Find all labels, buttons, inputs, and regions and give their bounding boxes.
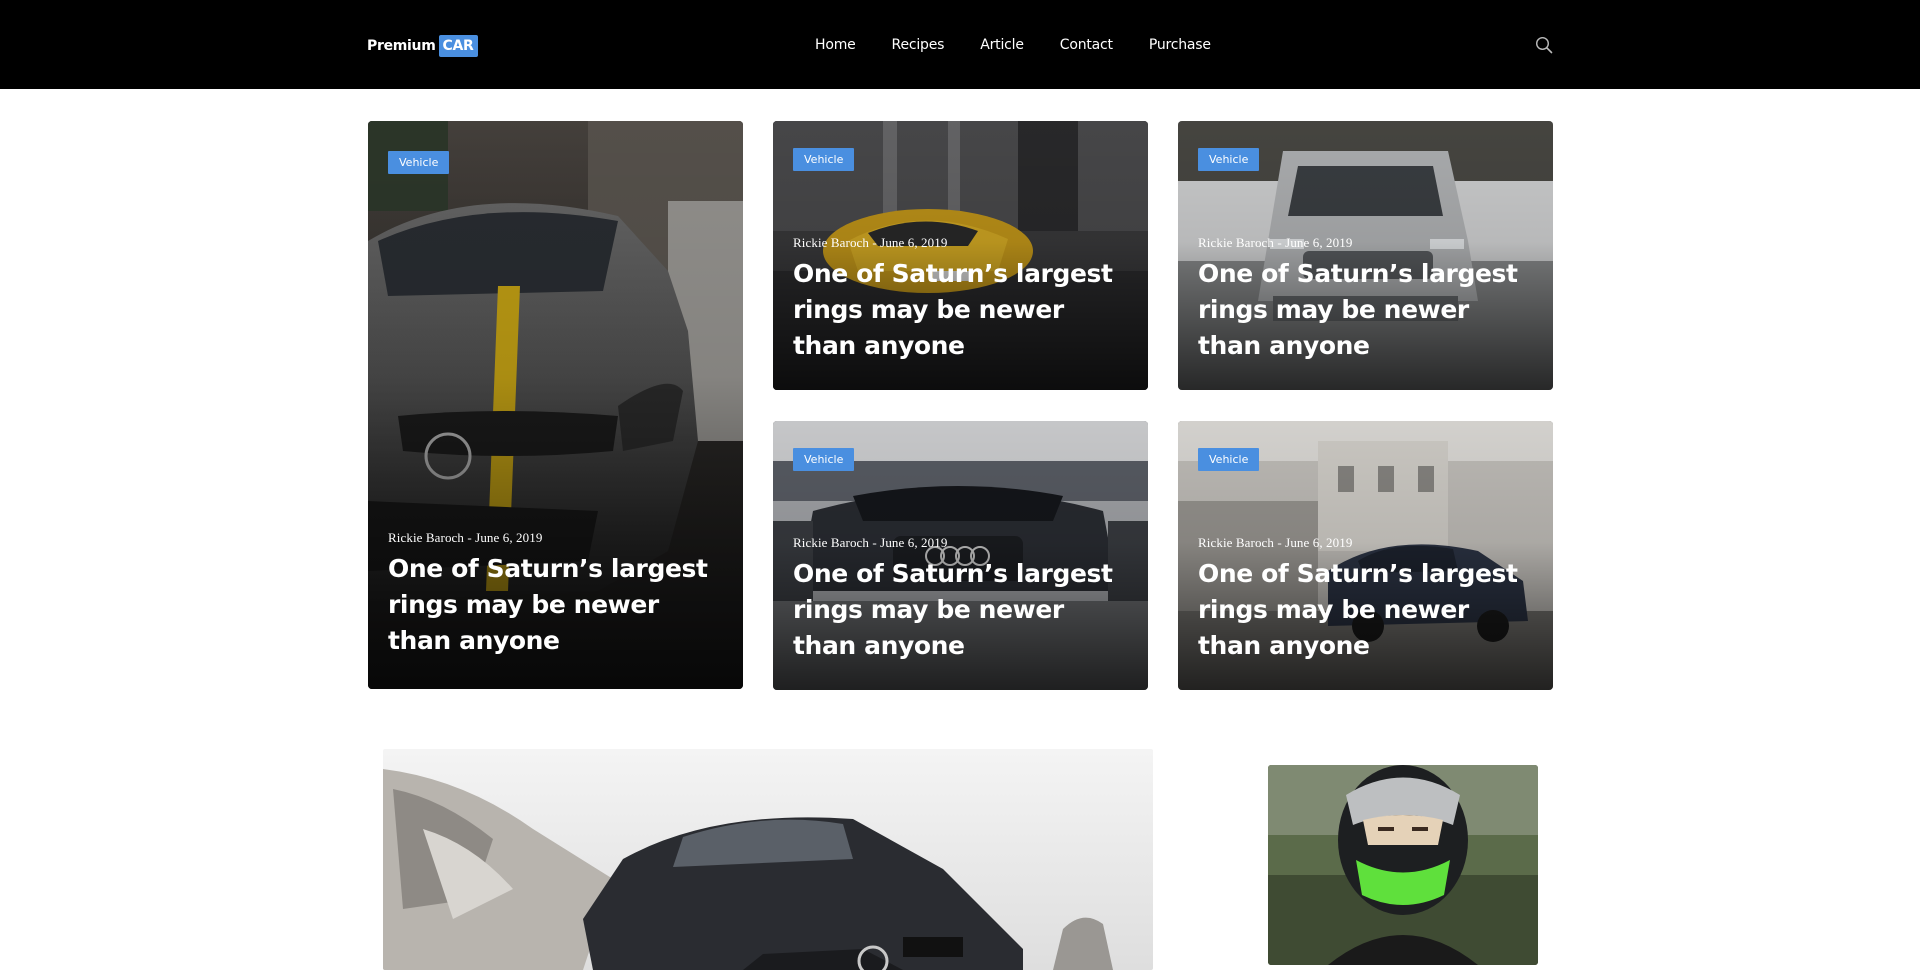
category-badge[interactable]: Vehicle	[1198, 448, 1260, 471]
nav-recipes[interactable]: Recipes	[892, 37, 945, 53]
post-title[interactable]: One of Saturn’s largest rings may be new…	[793, 256, 1128, 364]
category-badge[interactable]: Vehicle	[793, 448, 855, 471]
post-title[interactable]: One of Saturn’s largest rings may be new…	[1198, 556, 1533, 664]
nav-purchase[interactable]: Purchase	[1149, 37, 1211, 53]
search-icon	[1535, 36, 1553, 54]
card-caption: Rickie Baroch - June 6, 2019 One of Satu…	[388, 530, 723, 659]
card-caption: Rickie Baroch - June 6, 2019 One of Satu…	[1198, 235, 1533, 364]
author-portrait[interactable]	[1268, 765, 1538, 965]
card-caption: Rickie Baroch - June 6, 2019 One of Satu…	[793, 535, 1128, 664]
car-in-snow-image	[383, 749, 1153, 970]
nav-contact[interactable]: Contact	[1060, 37, 1113, 53]
site-logo[interactable]: Premium CAR	[367, 34, 478, 58]
nav-home[interactable]: Home	[815, 37, 856, 53]
nav-article[interactable]: Article	[980, 37, 1024, 53]
post-meta: Rickie Baroch - June 6, 2019	[1198, 535, 1353, 550]
main-nav: Home Recipes Article Contact Purchase	[815, 35, 1211, 55]
post-meta: Rickie Baroch - June 6, 2019	[793, 535, 948, 550]
card-caption: Rickie Baroch - June 6, 2019 One of Satu…	[1198, 535, 1533, 664]
category-badge[interactable]: Vehicle	[793, 148, 855, 171]
post-title[interactable]: One of Saturn’s largest rings may be new…	[1198, 256, 1533, 364]
post-title[interactable]: One of Saturn’s largest rings may be new…	[793, 556, 1128, 664]
post-meta: Rickie Baroch - June 6, 2019	[388, 530, 543, 545]
category-badge[interactable]: Vehicle	[388, 151, 450, 174]
featured-card-2[interactable]: Vehicle Rickie Baroch - June 6, 2019 One…	[773, 121, 1148, 390]
article-hero-image[interactable]	[383, 749, 1153, 970]
helmet-rider-image	[1268, 765, 1538, 965]
logo-badge: CAR	[438, 35, 478, 57]
card-caption: Rickie Baroch - June 6, 2019 One of Satu…	[793, 235, 1128, 364]
site-header: Premium CAR Home Recipes Article Contact…	[0, 0, 1920, 89]
post-title[interactable]: One of Saturn’s largest rings may be new…	[388, 551, 723, 659]
post-meta: Rickie Baroch - June 6, 2019	[1198, 235, 1353, 250]
search-button[interactable]	[1533, 34, 1555, 56]
post-meta: Rickie Baroch - June 6, 2019	[793, 235, 948, 250]
featured-card-5[interactable]: Vehicle Rickie Baroch - June 6, 2019 One…	[1178, 421, 1553, 690]
logo-text: Premium	[367, 38, 436, 54]
featured-card-4[interactable]: Vehicle Rickie Baroch - June 6, 2019 One…	[773, 421, 1148, 690]
featured-card-1[interactable]: Vehicle Rickie Baroch - June 6, 2019 One…	[368, 121, 743, 689]
category-badge[interactable]: Vehicle	[1198, 148, 1260, 171]
featured-card-3[interactable]: Vehicle Rickie Baroch - June 6, 2019 One…	[1178, 121, 1553, 390]
